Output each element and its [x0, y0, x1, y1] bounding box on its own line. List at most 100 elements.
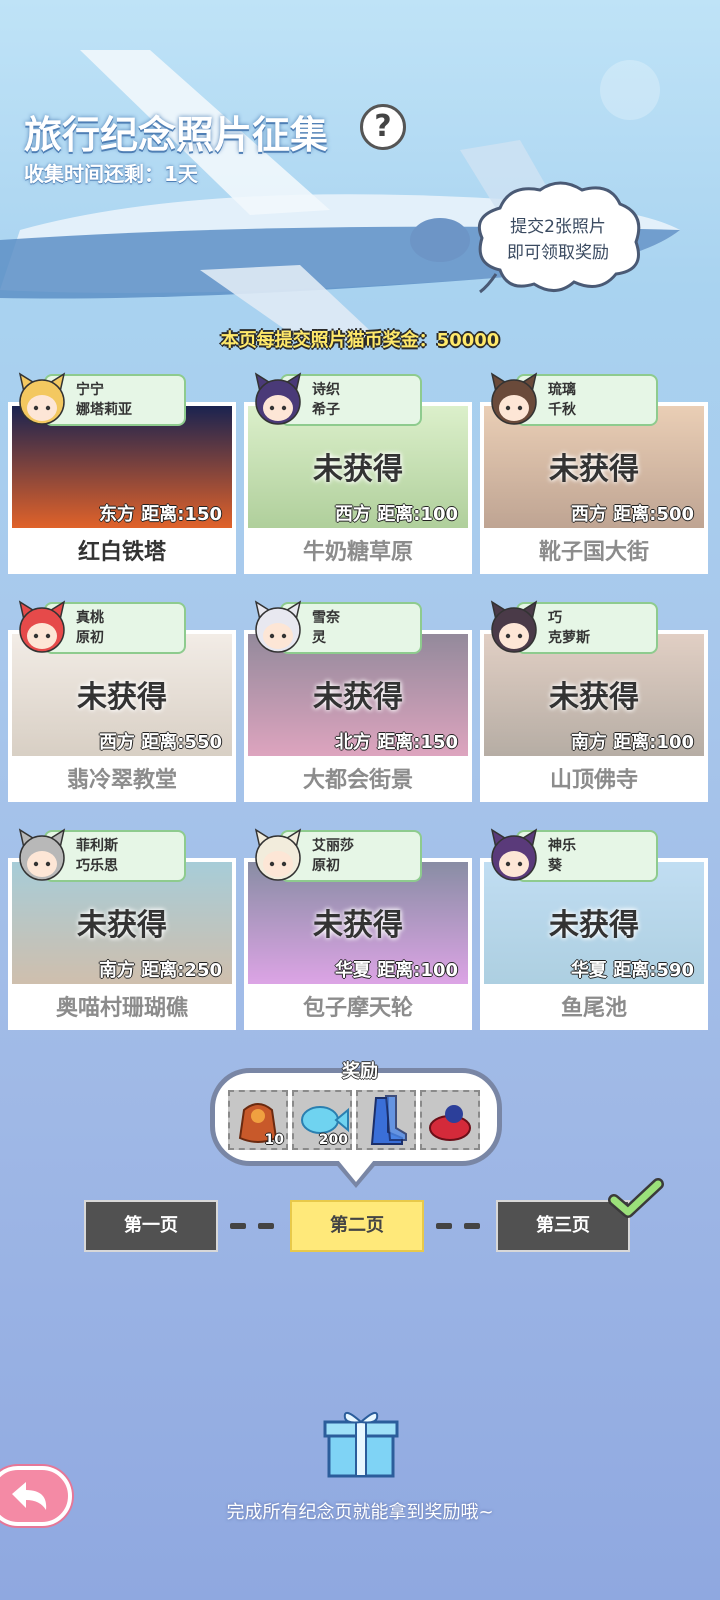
photo-card[interactable]: 未获得 西方 距离:550 翡冷翠教堂 真桃 原初	[8, 600, 236, 808]
direction-distance: 西方 距离:100	[335, 500, 458, 526]
location-name: 红白铁塔	[8, 532, 236, 574]
bonus-text: 本页每提交照片猫币奖金：50000	[220, 330, 500, 351]
reward-item-red-hat[interactable]	[420, 1090, 480, 1150]
distance: 距离:250	[141, 960, 222, 981]
character-name-1: 艾丽莎	[312, 838, 354, 854]
timer-value: 1天	[164, 162, 198, 186]
page-connector	[436, 1223, 452, 1229]
direction: 华夏	[570, 960, 607, 981]
character-names: 琉璃 千秋	[548, 380, 576, 420]
character-names: 宁宁 娜塔莉亚	[76, 380, 132, 420]
photo-card[interactable]: 未获得 北方 距离:150 大都会街景 雪奈 灵	[244, 600, 472, 808]
photo-card[interactable]: 未获得 华夏 距离:590 鱼尾池 神乐 葵	[480, 828, 708, 1036]
direction: 南方	[98, 960, 135, 981]
status-text: 未获得	[549, 680, 639, 715]
direction-distance: 华夏 距离:590	[571, 956, 694, 982]
character-avatar-icon	[18, 372, 66, 425]
location-name: 鱼尾池	[480, 988, 708, 1030]
distance: 距离:100	[377, 504, 458, 525]
back-button[interactable]	[0, 1466, 72, 1526]
tip-line-2: 即可领取奖励	[507, 243, 609, 263]
tip-text: 提交2张照片 即可领取奖励	[470, 214, 646, 266]
location-name: 大都会街景	[244, 760, 472, 802]
character-avatar-icon	[490, 372, 538, 425]
direction-distance: 西方 距离:550	[99, 728, 222, 754]
page-connector	[258, 1223, 274, 1229]
photo-card[interactable]: 未获得 南方 距离:100 山顶佛寺 巧 克萝斯	[480, 600, 708, 808]
character-name-1: 宁宁	[76, 382, 104, 398]
status-text: 未获得	[313, 680, 403, 715]
timer-text: 收集时间还剩：1天	[24, 158, 198, 187]
location-name: 翡冷翠教堂	[8, 760, 236, 802]
character-name-1: 真桃	[76, 610, 104, 626]
character-name-1: 菲利斯	[76, 838, 118, 854]
location-name: 山顶佛寺	[480, 760, 708, 802]
direction: 北方	[334, 732, 371, 753]
character-name-2: 原初	[312, 858, 340, 874]
direction: 东方	[98, 504, 135, 525]
character-avatar-icon	[18, 600, 66, 653]
distance: 距离:500	[613, 504, 694, 525]
timer-label: 收集时间还剩：	[24, 162, 164, 186]
character-name-2: 葵	[548, 858, 562, 874]
page-connector	[230, 1223, 246, 1229]
character-names: 神乐 葵	[548, 836, 576, 876]
reward-item-food-bag[interactable]: 10	[228, 1090, 288, 1150]
distance: 距离:150	[141, 504, 222, 525]
character-name-2: 克萝斯	[548, 630, 590, 646]
character-name-2: 千秋	[548, 402, 576, 418]
character-avatar-icon	[490, 828, 538, 881]
help-button[interactable]: ?	[360, 104, 406, 150]
reward-qty: 10	[264, 1132, 284, 1148]
page-2-button[interactable]: 第二页	[290, 1200, 424, 1252]
status-text: 未获得	[77, 908, 167, 943]
direction-distance: 南方 距离:100	[571, 728, 694, 754]
photo-card[interactable]: 未获得 西方 距离:100 牛奶糖草原 诗织 希子	[244, 372, 472, 580]
check-icon	[608, 1178, 664, 1218]
character-names: 艾丽莎 原初	[312, 836, 354, 876]
character-names: 诗织 希子	[312, 380, 340, 420]
photo-card[interactable]: 未获得 西方 距离:500 靴子国大街 琉璃 千秋	[480, 372, 708, 580]
character-names: 菲利斯 巧乐思	[76, 836, 118, 876]
character-avatar-icon	[18, 828, 66, 881]
character-names: 雪奈 灵	[312, 608, 340, 648]
character-avatar-icon	[254, 828, 302, 881]
character-name-1: 诗织	[312, 382, 340, 398]
direction-distance: 华夏 距离:100	[335, 956, 458, 982]
direction-distance: 南方 距离:250	[99, 956, 222, 982]
direction: 西方	[570, 504, 607, 525]
direction-distance: 西方 距离:500	[571, 500, 694, 526]
direction-distance: 东方 距离:150	[99, 500, 222, 526]
character-name-1: 琉璃	[548, 382, 576, 398]
character-name-2: 娜塔莉亚	[76, 402, 132, 418]
status-text: 未获得	[313, 452, 403, 487]
status-text: 未获得	[313, 908, 403, 943]
direction: 西方	[98, 732, 135, 753]
direction: 西方	[334, 504, 371, 525]
location-name: 奥喵村珊瑚礁	[8, 988, 236, 1030]
location-name: 靴子国大街	[480, 532, 708, 574]
distance: 距离:100	[377, 960, 458, 981]
photo-card[interactable]: 东方 距离:150 红白铁塔 宁宁 娜塔莉亚	[8, 372, 236, 580]
character-avatar-icon	[490, 600, 538, 653]
question-icon: ?	[374, 109, 392, 144]
status-text: 未获得	[77, 680, 167, 715]
character-name-1: 雪奈	[312, 610, 340, 626]
status-text: 未获得	[549, 908, 639, 943]
gift-icon[interactable]	[323, 1404, 399, 1480]
direction: 南方	[570, 732, 607, 753]
red-hat-icon	[429, 1105, 471, 1141]
page-connector	[464, 1223, 480, 1229]
character-name-1: 巧	[548, 610, 562, 626]
tip-line-1: 提交2张照片	[510, 217, 606, 237]
bubble-tail	[338, 1160, 374, 1182]
character-name-2: 巧乐思	[76, 858, 118, 874]
reward-item-boots[interactable]	[356, 1090, 416, 1150]
reward-item-blue-fish[interactable]: 200	[292, 1090, 352, 1150]
reward-qty: 200	[318, 1132, 348, 1148]
photo-card[interactable]: 未获得 华夏 距离:100 包子摩天轮 艾丽莎 原初	[244, 828, 472, 1036]
direction-distance: 北方 距离:150	[335, 728, 458, 754]
page-1-button[interactable]: 第一页	[84, 1200, 218, 1252]
photo-card[interactable]: 未获得 南方 距离:250 奥喵村珊瑚礁 菲利斯 巧乐思	[8, 828, 236, 1036]
page-title: 旅行纪念照片征集	[24, 113, 329, 157]
